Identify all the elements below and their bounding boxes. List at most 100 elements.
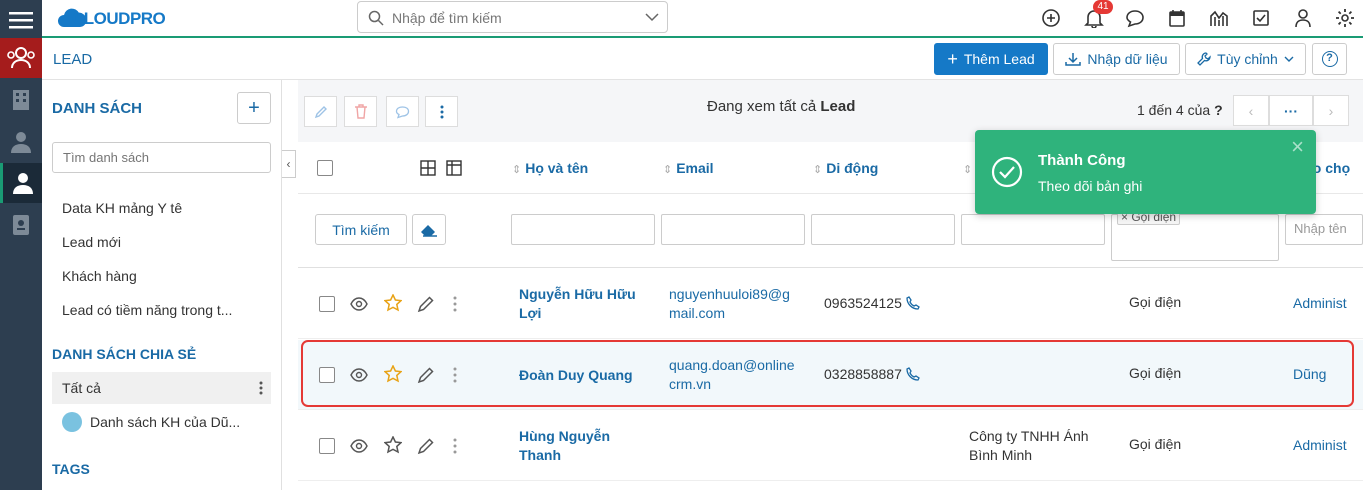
add-circle-icon[interactable]: [1041, 8, 1061, 28]
shared-list-all-label: Tất cả: [62, 380, 101, 396]
column-header-label: Họ và tên: [525, 160, 589, 176]
global-search[interactable]: Nhập để tìm kiếm: [357, 1, 668, 33]
delete-tool-button[interactable]: [344, 96, 377, 127]
add-lead-button[interactable]: + Thêm Lead: [934, 43, 1048, 75]
list-sidebar: DANH SÁCH + Data KH mảng Y tê Lead mới K…: [42, 80, 282, 490]
logo[interactable]: CLOUDPRO: [58, 6, 178, 30]
column-header-label: Di động: [826, 160, 879, 176]
toast-title: Thành Công: [1038, 152, 1126, 169]
help-button[interactable]: ?: [1312, 43, 1347, 75]
check-circle-icon: [991, 156, 1023, 188]
left-rail: [0, 0, 42, 490]
table-row[interactable]: Nguyễn Hữu Hữu Lợi nguyenhuuloi89@gmail.…: [298, 269, 1363, 339]
filter-divider: [298, 267, 1363, 268]
pencil-icon: [314, 105, 327, 118]
more-vertical-icon[interactable]: [452, 295, 458, 313]
lead-icon[interactable]: [0, 163, 42, 203]
row-checkbox[interactable]: [319, 296, 335, 312]
sidebar-item[interactable]: Lead có tiềm năng trong t...: [52, 294, 271, 326]
shared-list-all[interactable]: Tất cả: [52, 372, 271, 404]
table-row[interactable]: Hùng Nguyễn Thanh Công ty TNHH Ánh Bình …: [298, 411, 1363, 481]
toast-message: Theo dõi bản ghi: [1038, 178, 1143, 194]
report-chart-icon[interactable]: [1209, 8, 1229, 28]
import-data-button[interactable]: Nhập dữ liệu: [1053, 43, 1180, 75]
column-header-label: Email: [676, 160, 714, 176]
page-header: LEAD + Thêm Lead Nhập dữ liệu Tùy chỉnh ?: [42, 40, 1363, 80]
chevron-down-icon[interactable]: [645, 13, 659, 22]
list-search-input[interactable]: [52, 142, 271, 173]
eye-icon[interactable]: [350, 437, 368, 455]
page-more-button[interactable]: ···: [1269, 95, 1313, 126]
add-list-button[interactable]: +: [237, 92, 271, 124]
contact-icon[interactable]: [0, 122, 42, 162]
more-vertical-icon[interactable]: [259, 381, 263, 395]
menu-icon[interactable]: [0, 0, 42, 40]
customize-button[interactable]: Tùy chỉnh: [1185, 43, 1306, 75]
select-all-checkbox[interactable]: [317, 160, 333, 176]
clear-filter-button[interactable]: [412, 214, 446, 245]
pager-total[interactable]: ?: [1214, 102, 1223, 118]
pencil-icon[interactable]: [417, 437, 435, 455]
column-header-name[interactable]: ⇕ Họ và tên: [512, 160, 588, 176]
email-filter-input[interactable]: [661, 214, 805, 245]
lead-email-link[interactable]: nguyenhuuloi89@gmail.com: [669, 285, 799, 323]
name-filter-input[interactable]: [511, 214, 655, 245]
grid-view-icon[interactable]: [420, 160, 436, 176]
star-icon[interactable]: [384, 436, 402, 454]
download-icon: [1065, 53, 1082, 66]
settings-gear-icon[interactable]: [1335, 8, 1355, 28]
comment-tool-button[interactable]: [386, 96, 419, 127]
row-checkbox[interactable]: [319, 438, 335, 454]
people-icon[interactable]: [0, 38, 42, 78]
column-header-mobile[interactable]: ⇕ Di động: [813, 160, 878, 176]
sidebar-item[interactable]: Khách hàng: [52, 260, 271, 292]
lead-source: Gọi điện: [1129, 436, 1182, 452]
owner-filter-input[interactable]: Nhập tên: [1285, 214, 1363, 245]
more-actions-button[interactable]: [425, 96, 458, 127]
row-highlight-outline: [301, 340, 1354, 407]
task-checkbox-icon[interactable]: [1251, 8, 1271, 28]
column-view-icon[interactable]: [446, 160, 462, 176]
collapse-sidebar-button[interactable]: ‹: [282, 150, 296, 178]
close-icon[interactable]: ×: [1291, 134, 1304, 160]
calendar-icon[interactable]: [1167, 8, 1187, 28]
lead-source: Gọi điện: [1129, 294, 1182, 310]
eye-icon[interactable]: [350, 295, 368, 313]
more-horizontal-icon: ···: [1284, 102, 1298, 119]
edit-tool-button[interactable]: [304, 96, 337, 127]
next-page-button[interactable]: ›: [1313, 95, 1349, 126]
chevron-left-icon: ‹: [1248, 102, 1254, 119]
prev-page-button[interactable]: ‹: [1233, 95, 1269, 126]
building-icon[interactable]: [0, 80, 42, 120]
phone-icon[interactable]: [906, 296, 920, 310]
app-name: CLOUDPRO: [72, 9, 166, 28]
company-filter-input[interactable]: [961, 214, 1105, 245]
lead-name-link[interactable]: Hùng Nguyễn Thanh: [519, 427, 629, 465]
lead-name-link[interactable]: Nguyễn Hữu Hữu Lợi: [519, 285, 644, 323]
star-icon[interactable]: [384, 294, 402, 312]
document-icon[interactable]: [0, 205, 42, 245]
success-toast[interactable]: Thành Công Theo dõi bản ghi ×: [975, 130, 1316, 214]
chat-icon[interactable]: [1125, 8, 1145, 28]
sidebar-item[interactable]: Data KH mảng Y tê: [52, 192, 271, 224]
column-header-email[interactable]: ⇕ Email: [663, 160, 714, 176]
sidebar-item[interactable]: Lead mới: [52, 226, 271, 258]
user-icon[interactable]: [1293, 8, 1313, 28]
chevron-right-icon: ›: [1328, 102, 1334, 119]
more-vertical-icon[interactable]: [452, 437, 458, 455]
lead-owner-link[interactable]: Administ: [1293, 437, 1347, 453]
lead-phone-value: 0963524125: [824, 295, 902, 311]
top-bar: [42, 0, 1363, 38]
comment-icon: [395, 105, 410, 119]
shared-list-item[interactable]: Danh sách KH của Dũ...: [52, 406, 271, 438]
mobile-filter-input[interactable]: [811, 214, 955, 245]
shared-list-heading: DANH SÁCH CHIA SẺ: [52, 346, 197, 362]
pencil-icon[interactable]: [417, 295, 435, 313]
source-filter-select[interactable]: × Gọi điện: [1111, 209, 1279, 261]
view-prefix: Đang xem tất cả: [707, 98, 817, 115]
view-entity: Lead: [820, 98, 856, 115]
lead-owner-link[interactable]: Administ: [1293, 295, 1347, 311]
sort-icon: ⇕: [663, 164, 673, 176]
search-filter-button[interactable]: Tìm kiếm: [315, 214, 407, 245]
search-input[interactable]: Nhập để tìm kiếm: [392, 10, 502, 26]
